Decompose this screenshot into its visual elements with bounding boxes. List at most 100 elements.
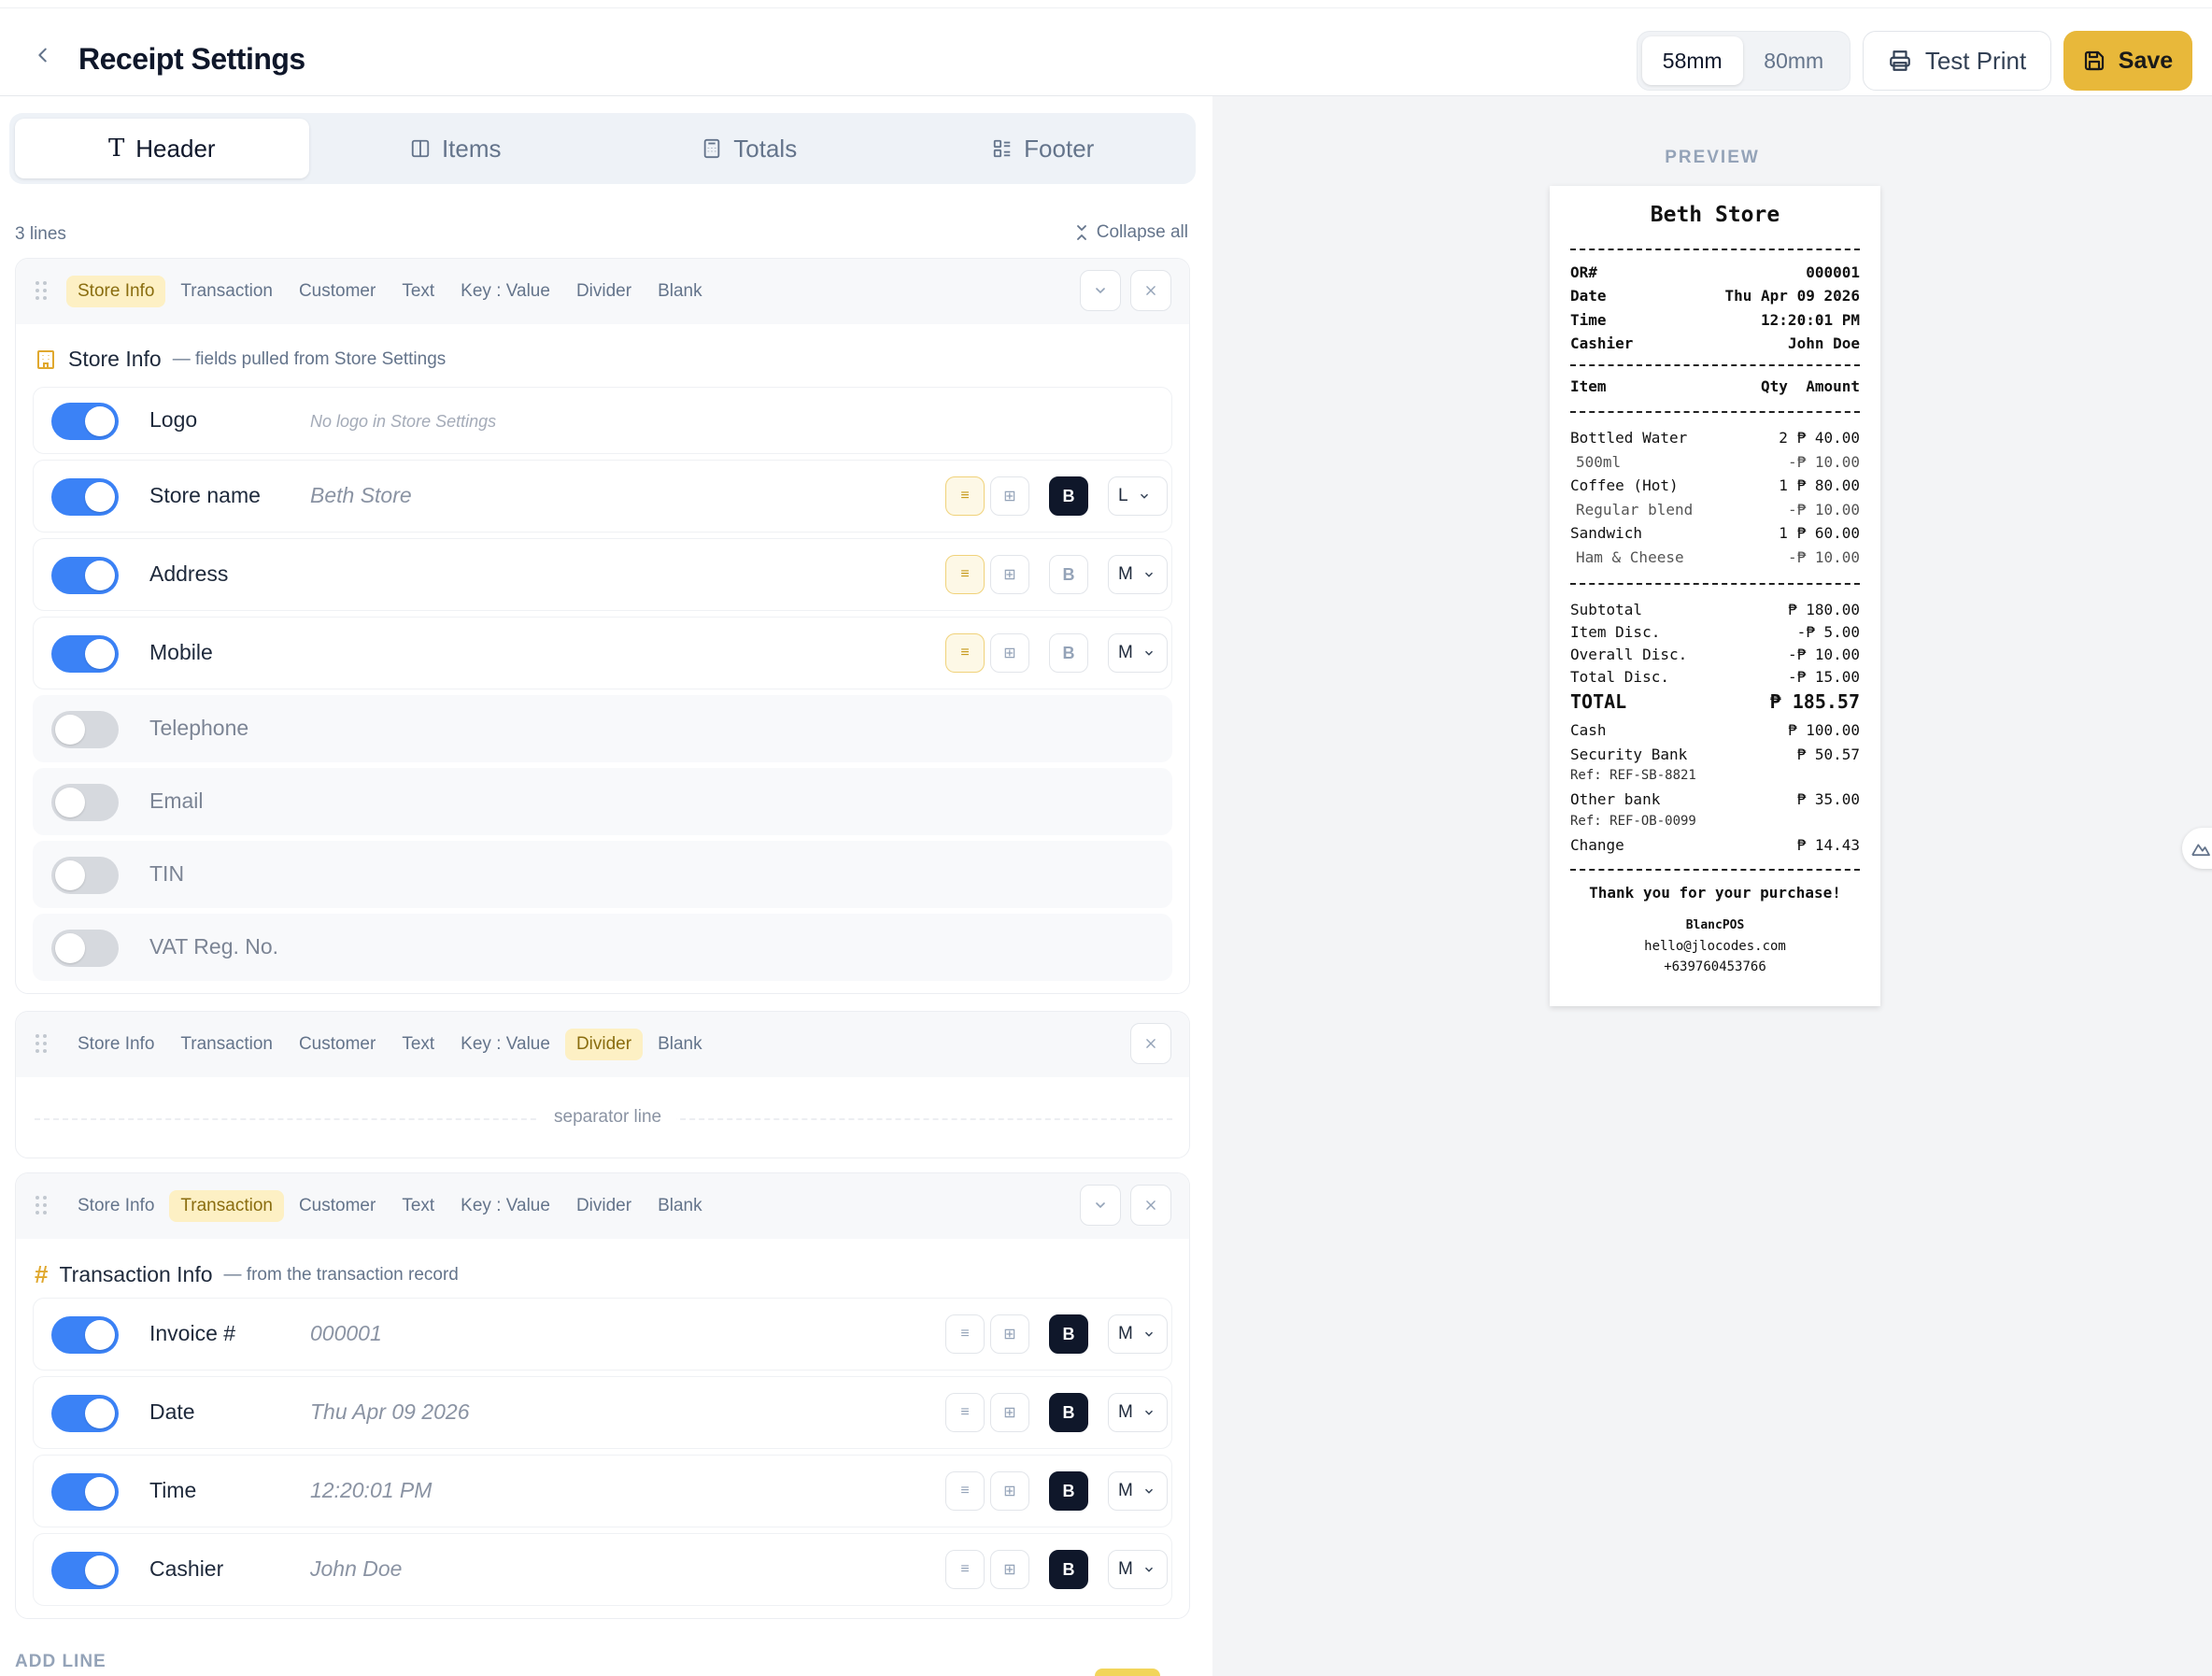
align-grid-button[interactable]: ⊞ (990, 633, 1029, 673)
tab-totals-label: Totals (733, 134, 798, 163)
align-grid-button[interactable]: ⊞ (990, 476, 1029, 516)
size-select[interactable]: M (1108, 633, 1168, 673)
align-grid-button[interactable]: ⊞ (990, 1393, 1029, 1432)
chip-transaction[interactable]: Transaction (169, 276, 284, 307)
toggle-telephone[interactable] (51, 711, 119, 748)
toggle-email[interactable] (51, 784, 119, 821)
chip-divider[interactable]: Divider (564, 1029, 644, 1060)
tab-header[interactable]: T Header (15, 119, 309, 178)
drag-handle-icon[interactable] (35, 1032, 48, 1055)
align-grid-button[interactable]: ⊞ (990, 555, 1029, 594)
size-select[interactable]: L (1108, 476, 1168, 516)
align-left-button[interactable]: ≡ (945, 1550, 985, 1589)
tab-footer[interactable]: Footer (897, 119, 1191, 178)
toggle-tin[interactable] (51, 857, 119, 894)
receipt-divider (1570, 869, 1860, 871)
chip-customer[interactable]: Customer (288, 276, 387, 307)
size-select[interactable]: M (1108, 1314, 1168, 1354)
chip-key-value[interactable]: Key : Value (449, 1190, 561, 1222)
chevron-down-icon (1096, 1202, 1105, 1209)
tab-footer-label: Footer (1024, 134, 1095, 163)
collapse-all-label: Collapse all (1096, 222, 1188, 242)
toggle-vat[interactable] (51, 930, 119, 967)
chip-store-info[interactable]: Store Info (66, 1190, 165, 1222)
chip-blank[interactable]: Blank (646, 276, 714, 307)
size-select[interactable]: M (1108, 1471, 1168, 1511)
chevron-down-icon (1096, 288, 1105, 294)
bold-button[interactable]: B (1049, 1471, 1088, 1511)
toggle-mobile[interactable] (51, 635, 119, 673)
align-left-button[interactable]: ≡ (945, 1471, 985, 1511)
chip-store-info[interactable]: Store Info (66, 276, 166, 307)
save-button[interactable]: Save (2063, 31, 2192, 91)
collapse-all-button[interactable]: Collapse all (1074, 222, 1188, 243)
toggle-time[interactable] (51, 1473, 119, 1511)
bold-button[interactable]: B (1049, 1393, 1088, 1432)
drag-handle-icon[interactable] (35, 1194, 48, 1216)
field-row-mobile: Mobile ≡ ⊞ B M (33, 617, 1172, 689)
mountain-icon (2191, 844, 2210, 857)
chip-customer[interactable]: Customer (288, 1029, 387, 1060)
chip-divider[interactable]: Divider (565, 276, 643, 307)
toggle-date[interactable] (51, 1395, 119, 1432)
align-grid-button[interactable]: ⊞ (990, 1471, 1029, 1511)
add-line-fab[interactable] (1095, 1669, 1160, 1676)
drag-handle-icon[interactable] (35, 279, 48, 302)
chip-key-value[interactable]: Key : Value (449, 276, 561, 307)
width-option-80mm[interactable]: 80mm (1743, 36, 1846, 85)
toggle-cashier[interactable] (51, 1552, 119, 1589)
align-grid-button[interactable]: ⊞ (990, 1550, 1029, 1589)
chip-transaction[interactable]: Transaction (169, 1190, 284, 1222)
back-button[interactable] (24, 36, 62, 74)
align-left-button[interactable]: ≡ (945, 1314, 985, 1354)
chip-text[interactable]: Text (390, 1029, 446, 1060)
page-title: Receipt Settings (78, 42, 305, 76)
receipt-payment-ref: Ref: REF-SB-8821 (1570, 768, 1696, 783)
field-label: Invoice # (149, 1321, 236, 1345)
bold-button[interactable]: B (1049, 633, 1088, 673)
bold-button[interactable]: B (1049, 476, 1088, 516)
toggle-invoice[interactable] (51, 1316, 119, 1354)
remove-line-button[interactable] (1130, 1185, 1171, 1226)
tab-totals[interactable]: Totals (603, 119, 897, 178)
section-subtitle: — fields pulled from Store Settings (172, 348, 447, 369)
chip-blank[interactable]: Blank (646, 1190, 714, 1222)
align-left-button[interactable]: ≡ (945, 633, 985, 673)
chip-key-value[interactable]: Key : Value (449, 1029, 561, 1060)
tab-items[interactable]: Items (309, 119, 603, 178)
align-left-button[interactable]: ≡ (945, 555, 985, 594)
chevron-down-icon (1144, 1331, 1153, 1337)
size-select[interactable]: M (1108, 555, 1168, 594)
test-print-label: Test Print (1924, 46, 2027, 75)
bold-button[interactable]: B (1049, 555, 1088, 594)
bold-button[interactable]: B (1049, 1550, 1088, 1589)
toggle-store-name[interactable] (51, 478, 119, 516)
chip-text[interactable]: Text (390, 276, 446, 307)
align-left-button[interactable]: ≡ (945, 1393, 985, 1432)
chip-text[interactable]: Text (390, 1190, 446, 1222)
align-grid-button[interactable]: ⊞ (990, 1314, 1029, 1354)
paper-width-toggle: 58mm 80mm (1637, 31, 1850, 91)
chip-blank[interactable]: Blank (646, 1029, 714, 1060)
chip-store-info[interactable]: Store Info (66, 1029, 165, 1060)
collapse-line-button[interactable] (1080, 1185, 1121, 1226)
receipt-payment-row: Security Bank ₱ 50.57 (1570, 746, 1860, 763)
size-select[interactable]: M (1108, 1550, 1168, 1589)
remove-line-button[interactable] (1130, 270, 1171, 311)
toggle-logo[interactable] (51, 403, 119, 440)
collapse-line-button[interactable] (1080, 270, 1121, 311)
receipt-items-header: Item Qty Amount (1570, 377, 1860, 395)
remove-line-button[interactable] (1130, 1023, 1171, 1064)
align-left-button[interactable]: ≡ (945, 476, 985, 516)
chip-transaction[interactable]: Transaction (169, 1029, 284, 1060)
test-print-button[interactable]: Test Print (1863, 31, 2051, 91)
receipt-meta-row: Time 12:20:01 PM (1570, 311, 1860, 329)
toggle-address[interactable] (51, 557, 119, 594)
chip-customer[interactable]: Customer (288, 1190, 387, 1222)
chip-divider[interactable]: Divider (565, 1190, 643, 1222)
receipt-total-row: Subtotal ₱ 180.00 (1570, 601, 1860, 618)
size-select[interactable]: M (1108, 1393, 1168, 1432)
bold-button[interactable]: B (1049, 1314, 1088, 1354)
side-drawer-handle[interactable] (2182, 828, 2212, 869)
width-option-58mm[interactable]: 58mm (1642, 36, 1743, 85)
